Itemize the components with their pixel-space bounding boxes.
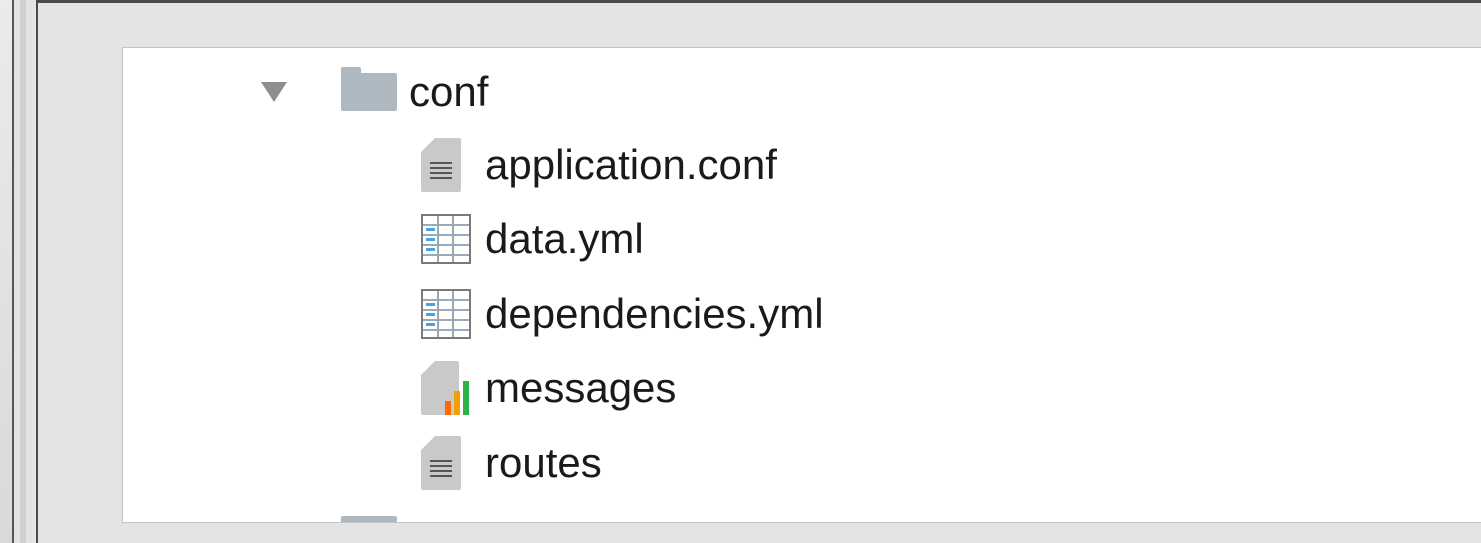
file-label: dependencies.yml xyxy=(485,290,824,337)
chart-document-icon xyxy=(421,361,475,415)
folder-icon xyxy=(341,516,397,522)
file-row-dependencies-yml[interactable]: dependencies.yml xyxy=(421,284,824,344)
file-row-data-yml[interactable]: data.yml xyxy=(421,209,644,269)
spreadsheet-document-icon xyxy=(421,289,471,339)
folder-row-conf[interactable]: conf xyxy=(341,62,488,122)
left-pane xyxy=(0,0,14,543)
disclosure-triangle-icon[interactable] xyxy=(261,82,287,102)
file-label: messages xyxy=(485,364,677,411)
file-row-application-conf[interactable]: application.conf xyxy=(421,135,777,195)
file-label: application.conf xyxy=(485,141,777,188)
text-document-icon xyxy=(421,436,461,490)
main-pane: conf application.conf data.yml dependenc… xyxy=(36,0,1481,543)
file-row-messages[interactable]: messages xyxy=(421,358,676,418)
file-browser-window: conf application.conf data.yml dependenc… xyxy=(0,0,1481,543)
spreadsheet-document-icon xyxy=(421,214,471,264)
file-tree: conf application.conf data.yml dependenc… xyxy=(122,47,1481,523)
pane-divider[interactable] xyxy=(20,0,26,543)
folder-label: conf xyxy=(409,68,489,115)
folder-icon xyxy=(341,67,397,111)
file-label: data.yml xyxy=(485,215,644,262)
file-row-routes[interactable]: routes xyxy=(421,433,602,493)
file-label: routes xyxy=(485,439,602,486)
text-document-icon xyxy=(421,138,461,192)
